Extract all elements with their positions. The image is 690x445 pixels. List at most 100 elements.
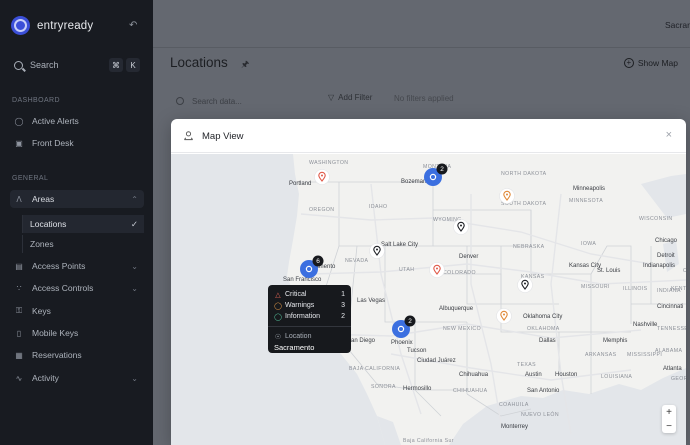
page-title: Locations	[170, 55, 228, 70]
map-label: IDAHO	[369, 204, 387, 210]
sidebar-item-areas[interactable]: Λ Areas ⌃	[10, 190, 144, 208]
calendar-icon: ▦	[15, 350, 23, 360]
map-label: OKLAHOMA	[527, 326, 560, 332]
add-filter-label: Add Filter	[338, 93, 373, 102]
cluster-count: 6	[316, 258, 320, 265]
sidebar-item-label: Activity	[32, 373, 59, 383]
map-canvas[interactable]: WASHINGTONMONTANABozemanPortlandOREGONID…	[171, 154, 686, 445]
map-label: Nashville	[633, 322, 658, 328]
modal-header: Map View ×	[171, 119, 686, 153]
search-icon	[176, 97, 184, 105]
map-label: GEORGIA	[671, 376, 686, 382]
sidebar-item-access-controls[interactable]: ∵ Access Controls ⌄	[10, 279, 144, 297]
map-view-modal: Map View × WASHINGTON Bozeman Portland O…	[171, 119, 686, 445]
map-label: Cincinnati	[657, 304, 683, 310]
map-label: St. Louis	[597, 268, 620, 274]
map-pin-marker[interactable]	[496, 308, 512, 324]
sidebar-subitem-label: Zones	[30, 239, 54, 249]
search-input[interactable]: Search data...	[192, 97, 242, 106]
sidebar-item-label: Reservations	[32, 350, 82, 360]
map-label: ARKANSAS	[585, 352, 617, 358]
sidebar-item-keys[interactable]: ⚿ Keys	[10, 302, 144, 320]
map-label: NEVADA	[345, 258, 368, 264]
map-pin-marker[interactable]	[453, 219, 469, 235]
sidebar-item-mobile-keys[interactable]: ▯ Mobile Keys	[10, 324, 144, 342]
plus-circle-icon: +	[623, 58, 634, 68]
app-name: entryready	[37, 19, 94, 32]
tooltip-count: 1	[341, 291, 345, 298]
chevron-down-icon: ⌄	[131, 283, 138, 293]
map-label: NUEVO LEÓN	[521, 411, 559, 418]
map-label: Salt Lake City	[381, 242, 418, 248]
map-label: NEBRASKA	[513, 244, 545, 250]
sidebar-item-label: Areas	[32, 194, 55, 204]
sidebar-item-front-desk[interactable]: ▣ Front Desk	[10, 134, 144, 152]
tooltip-row-information: ◯ Information 2	[274, 311, 345, 322]
sidebar-item-activity[interactable]: ∿ Activity ⌄	[10, 369, 144, 387]
sidebar-subitem-zones[interactable]: Zones	[22, 235, 144, 253]
brand[interactable]: entryready	[11, 16, 93, 35]
tooltip-label: Critical	[285, 291, 307, 298]
sidebar-search[interactable]: Search ⌘ K	[10, 56, 143, 74]
shortcut-key-k: K	[126, 58, 140, 72]
map-pin-marker[interactable]	[314, 169, 330, 185]
top-bar: Sacrar	[153, 0, 690, 48]
shortcut-key-cmd: ⌘	[109, 58, 123, 72]
map-label: Baja California Sur	[403, 438, 454, 444]
map-label: Chihuahua	[459, 372, 489, 378]
map-label: COAHUILA	[499, 402, 529, 408]
map-label: Atlanta	[663, 366, 682, 372]
zoom-in-button[interactable]: +	[666, 407, 672, 418]
zoom-out-button[interactable]: −	[666, 421, 672, 432]
map-label: WASHINGTON	[309, 160, 348, 166]
tooltip-location-value: Sacramento	[274, 343, 315, 352]
filter-icon: ▽	[328, 93, 335, 102]
mobile-key-icon: ▯	[16, 328, 22, 338]
map-label: NORTH DAKOTA	[501, 171, 547, 177]
map-label: Detroit	[657, 253, 675, 259]
sidebar-item-label: Mobile Keys	[32, 328, 79, 338]
map-label: Memphis	[603, 338, 627, 344]
pin-icon[interactable]: 🖈	[241, 57, 249, 73]
map-label: UTAH	[399, 267, 414, 273]
map-pin-marker[interactable]	[429, 262, 445, 278]
map-pin-marker[interactable]	[369, 243, 385, 259]
critical-icon: △	[275, 291, 281, 299]
location-tooltip: △ Critical 1 ◯ Warnings 3 ◯ Information …	[268, 285, 351, 353]
add-filter-button[interactable]: ▽ Add Filter	[328, 93, 372, 102]
map-label: Phoenix	[391, 340, 413, 346]
key-icon: ⚿	[15, 306, 23, 315]
map-pin-marker[interactable]	[517, 277, 533, 293]
location-switcher[interactable]: Sacrar	[665, 20, 690, 30]
map-label: LOUISIANA	[601, 374, 632, 380]
sidebar-item-active-alerts[interactable]: ◯ Active Alerts	[10, 112, 144, 130]
sidebar-item-label: Access Controls	[32, 283, 94, 293]
tooltip-location-label: Location	[285, 333, 312, 340]
show-map-button[interactable]: + Show Map	[623, 54, 678, 72]
sidebar-item-access-points[interactable]: ▤ Access Points ⌄	[10, 257, 144, 275]
tooltip-row-critical: △ Critical 1	[274, 289, 345, 300]
map-label: Albuquerque	[439, 306, 474, 312]
map-label: Austin	[525, 372, 542, 378]
map-label: Dallas	[539, 338, 556, 344]
sidebar: entryready ↶ Search ⌘ K DASHBOARD ◯ Acti…	[0, 0, 153, 445]
no-filters-text: No filters applied	[394, 94, 454, 103]
alert-circle-icon: ◯	[14, 116, 24, 126]
info-icon: ◯	[274, 313, 282, 321]
sidebar-subitem-locations[interactable]: Locations ✓	[22, 215, 144, 233]
tooltip-location-label-row: ☉ Location	[274, 331, 345, 342]
map-label: ILLINOIS	[623, 286, 648, 292]
map-label: Bozeman	[401, 179, 426, 185]
tooltip-row-warnings: ◯ Warnings 3	[274, 300, 345, 311]
map-label: IOWA	[581, 241, 596, 247]
map-pin-marker[interactable]	[499, 188, 515, 204]
modal-title: Map View	[202, 131, 244, 142]
collapse-sidebar-icon[interactable]: ↶	[129, 20, 137, 31]
cluster-count: 2	[440, 166, 444, 173]
map-label: OHIO	[683, 268, 686, 274]
close-icon[interactable]: ×	[666, 129, 672, 141]
sidebar-item-reservations[interactable]: ▦ Reservations	[10, 346, 144, 364]
map-label: SONORA	[371, 384, 396, 390]
search-icon	[14, 60, 23, 70]
warning-icon: ◯	[274, 302, 282, 310]
